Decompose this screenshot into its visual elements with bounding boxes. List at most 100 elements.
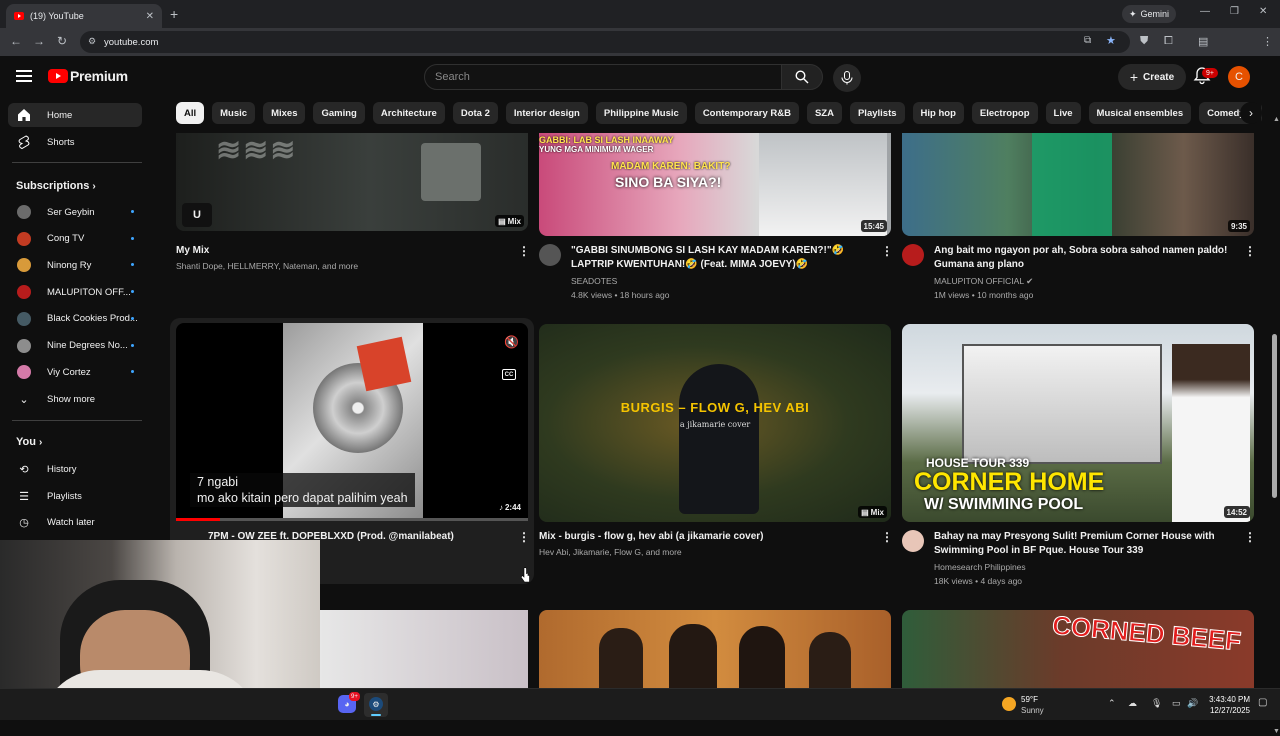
video-title[interactable]: "GABBI SINUMBONG SI LASH KAY MADAM KAREN… (571, 244, 871, 272)
channel-name[interactable]: Homesearch Philippines (934, 560, 1026, 574)
sidebar-item-home[interactable]: Home (8, 103, 142, 127)
page-scrollbar[interactable]: ▲ ▼ (1270, 116, 1280, 736)
video-title[interactable]: Bahay na may Presyong Sulit! Premium Cor… (934, 530, 1234, 558)
bookmark-star-icon[interactable]: ★ (1106, 34, 1116, 47)
scroll-up-arrow-icon[interactable]: ▲ (1273, 116, 1280, 123)
filter-chip[interactable]: Electropop (971, 102, 1038, 124)
filter-chip[interactable]: Contemporary R&B (694, 102, 799, 124)
show-hidden-icons-chevron-icon[interactable]: ⌃ (1108, 698, 1116, 709)
filter-chip[interactable]: Interior design (505, 102, 588, 124)
subscription-item[interactable]: Nine Degrees No... (8, 334, 142, 358)
extension-shield-icon[interactable]: ⛊ (1140, 35, 1148, 48)
system-clock[interactable]: 3:43:40 PM 12/27/2025 (1208, 694, 1250, 716)
filter-chip[interactable]: Mixes (263, 102, 306, 124)
forward-icon[interactable]: → (33, 34, 45, 48)
filter-chip[interactable]: Musical ensembles (1088, 102, 1192, 124)
video-thumbnail-row3-1[interactable] (320, 610, 528, 690)
scrollbar-thumb[interactable] (1272, 334, 1277, 498)
close-tab-icon[interactable]: ✕ (146, 11, 154, 22)
weather-sun-icon[interactable] (1002, 697, 1016, 711)
subscription-item[interactable]: Black Cookies Prod... (8, 307, 142, 331)
video-thumbnail-corned-beef[interactable]: CORNED BEEF (902, 610, 1254, 690)
reload-icon[interactable]: ↻ (57, 34, 67, 48)
filter-chip[interactable]: Live (1045, 102, 1081, 124)
channel-avatar[interactable] (902, 530, 924, 552)
more-actions-icon[interactable]: ⋮ (1244, 244, 1256, 258)
more-actions-icon[interactable]: ⋮ (881, 244, 893, 258)
hamburger-menu-icon[interactable] (16, 70, 32, 82)
search-button[interactable] (781, 64, 823, 90)
more-actions-icon[interactable]: ⋮ (881, 530, 893, 544)
subscriptions-heading[interactable]: Subscriptions › (16, 180, 96, 192)
steam-taskbar-button[interactable]: ⚙ (364, 693, 388, 717)
onedrive-cloud-icon[interactable]: ☁ (1128, 698, 1137, 709)
video-thumbnail-burgis[interactable]: BURGIS – FLOW G, HEV ABI a jikamarie cov… (539, 324, 891, 522)
gemini-button[interactable]: ✦ Gemini (1122, 5, 1177, 23)
video-thumbnail-my-mix[interactable]: ≋≋≋ U ▤ Mix (176, 133, 528, 231)
weather-widget[interactable]: 59°F Sunny (1021, 694, 1044, 716)
site-info-icon[interactable]: ⚙ (88, 36, 96, 47)
address-bar[interactable]: ⚙ youtube.com ⧉ ★ (80, 31, 1130, 53)
install-app-icon[interactable]: ⧉ (1084, 35, 1091, 46)
filter-chip[interactable]: Architecture (372, 102, 445, 124)
subscription-item[interactable]: Ser Geybin (8, 200, 142, 224)
closed-captions-icon[interactable]: CC (502, 369, 516, 380)
create-button[interactable]: + Create (1118, 64, 1186, 90)
playback-progress-track[interactable] (176, 518, 528, 521)
minimize-icon[interactable]: — (1200, 6, 1210, 17)
mute-icon[interactable]: 🔇 (504, 335, 519, 349)
subscription-item[interactable]: Viy Cortez (8, 360, 142, 384)
notification-center-icon[interactable]: ▢ (1258, 697, 1267, 708)
volume-icon[interactable]: 🔊 (1187, 698, 1198, 709)
sidebar-item-show-more[interactable]: ⌄ Show more (8, 387, 142, 411)
microphone-tray-icon[interactable]: 🎙 (1151, 698, 1162, 709)
filter-chip[interactable]: All (176, 102, 205, 124)
sidebar-item-shorts[interactable]: Shorts (8, 130, 142, 154)
video-title[interactable]: Ang bait mo ngayon por ah, Sobra sobra s… (934, 244, 1244, 272)
filter-chip[interactable]: Hip hop (912, 102, 964, 124)
video-title[interactable]: Mix - burgis - flow g, hev abi (a jikama… (539, 530, 764, 544)
account-avatar[interactable]: C (1228, 66, 1250, 88)
voice-search-button[interactable] (833, 64, 861, 92)
channel-avatar[interactable] (902, 244, 924, 266)
scroll-down-arrow-icon[interactable]: ▼ (1273, 728, 1280, 735)
subscription-item[interactable]: MALUPITON OFF... (8, 280, 142, 304)
video-thumbnail-malupiton[interactable]: 9:35 (902, 133, 1254, 236)
close-window-icon[interactable]: ✕ (1259, 6, 1267, 17)
video-title[interactable]: My Mix (176, 244, 209, 258)
video-thumbnail-house-tour[interactable]: HOUSE TOUR 339 CORNER HOME W/ SWIMMING P… (902, 324, 1254, 522)
sidebar-item-playlists[interactable]: ☰ Playlists (8, 484, 142, 508)
video-preview-7pm[interactable]: 🔇 CC 7 ngabi mo ako kitain pero dapat pal… (176, 323, 528, 521)
youtube-logo[interactable]: Premium (48, 68, 128, 84)
browser-tab[interactable]: (19) YouTube ✕ (6, 4, 162, 28)
subscription-item[interactable]: Cong TV (8, 227, 142, 251)
channel-avatar[interactable] (539, 244, 561, 266)
reading-list-icon[interactable]: ▤ (1198, 35, 1208, 48)
channel-name[interactable]: MALUPITON OFFICIAL ✔ (934, 274, 1033, 288)
back-icon[interactable]: ← (10, 34, 22, 48)
more-actions-icon[interactable]: ⋮ (518, 244, 530, 258)
filter-chip[interactable]: Gaming (313, 102, 365, 124)
network-icon[interactable]: ▭ (1172, 698, 1181, 709)
more-menu-icon[interactable]: ⋮ (1262, 35, 1273, 48)
filter-chip[interactable]: Music (212, 102, 256, 124)
new-tab-icon[interactable]: + (170, 6, 178, 22)
sidebar-item-history[interactable]: ⟲ History (8, 457, 142, 481)
filter-chip[interactable]: Dota 2 (452, 102, 498, 124)
you-heading[interactable]: You › (16, 436, 42, 448)
thumbnail-person-4 (809, 632, 851, 690)
restore-icon[interactable]: ❐ (1230, 6, 1239, 17)
more-actions-icon[interactable]: ⋮ (1244, 530, 1256, 544)
filter-chip[interactable]: Playlists (849, 102, 905, 124)
filter-chip[interactable]: Philippine Music (595, 102, 687, 124)
more-actions-icon[interactable]: ⋮ (518, 530, 530, 544)
extensions-puzzle-icon[interactable]: ⧠ (1164, 35, 1173, 48)
subscription-item[interactable]: Ninong Ry (8, 253, 142, 277)
video-thumbnail-row3-2[interactable] (539, 610, 891, 690)
video-thumbnail-gabbi[interactable]: GABBI: LAB SI LASH INAAWAY YUNG MGA MINIM… (539, 133, 891, 236)
search-input[interactable]: Search (424, 64, 782, 90)
sidebar-item-watch-later[interactable]: ◷ Watch later (8, 510, 142, 534)
channel-name[interactable]: SEADOTES (571, 274, 617, 288)
chips-next-arrow-icon[interactable]: › (1240, 102, 1262, 124)
filter-chip[interactable]: SZA (806, 102, 842, 124)
